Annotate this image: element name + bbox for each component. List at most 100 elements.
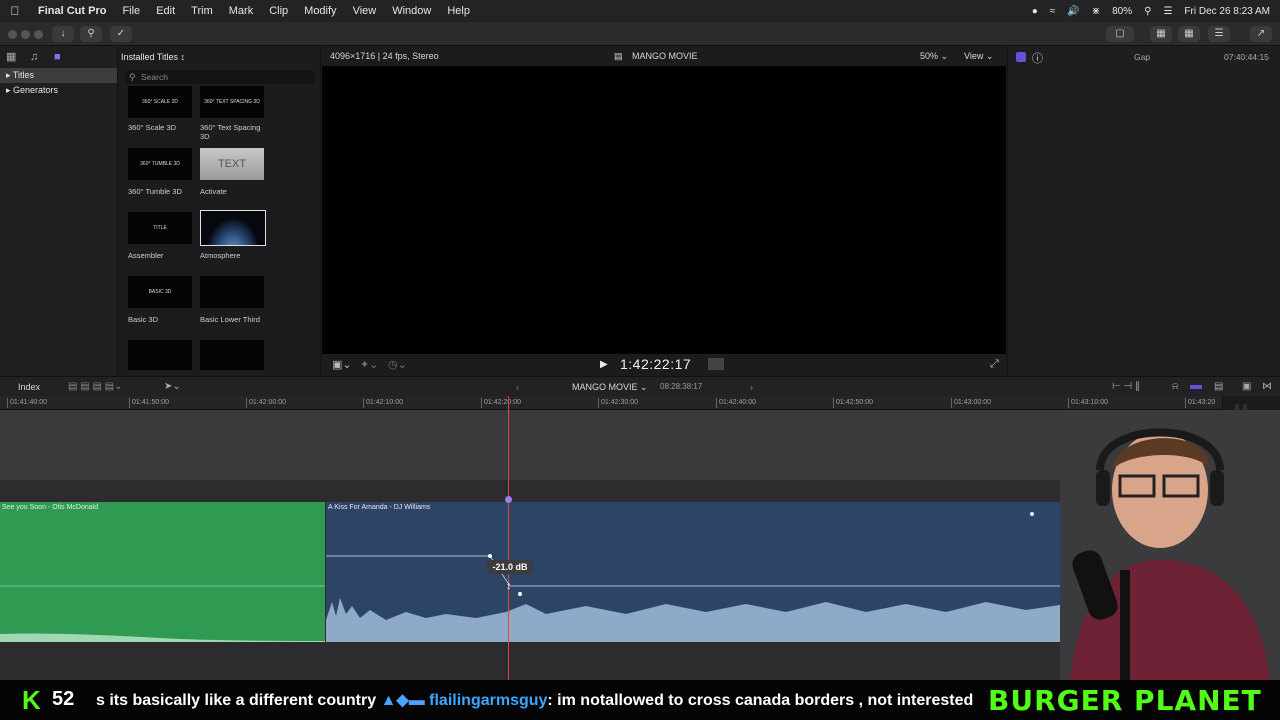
menu-mark[interactable]: Mark [221, 5, 261, 17]
info-icon[interactable]: ⓘ [1032, 50, 1043, 66]
view-menu[interactable]: View ⌄ [964, 46, 993, 66]
title-label: Assembler [128, 251, 164, 260]
inspector: ⓘ Gap 07:40:44:15 [1007, 46, 1280, 376]
title-label: Atmosphere [200, 251, 241, 260]
inspector-clip-name: Gap [1134, 52, 1151, 62]
enhance-icon[interactable]: ✦⌄ [360, 358, 378, 371]
apple-icon[interactable]:  [0, 4, 30, 18]
menu-edit[interactable]: Edit [148, 5, 183, 17]
menu-modify[interactable]: Modify [296, 5, 344, 17]
select-tool-icon[interactable]: ➤⌄ [164, 377, 181, 397]
background-tasks-button[interactable]: ✓ [110, 26, 132, 42]
title-thumb[interactable]: BASIC 3D [128, 276, 192, 308]
timeline-toggle-icon[interactable]: ▦ [1178, 26, 1200, 42]
control-center-icon[interactable]: ☰ [1163, 6, 1172, 17]
kick-logo: K [22, 685, 41, 715]
title-label: 360° Scale 3D [128, 123, 177, 132]
sidebar-item-titles[interactable]: ▸ Titles [0, 68, 117, 83]
ruler-tick: 01:41:50:00 [129, 398, 169, 408]
zoom-tools-icon[interactable]: ⊢ ⊣ ∥ [1112, 377, 1140, 397]
workspace-button[interactable]: ▢ [1106, 26, 1134, 42]
viewer-canvas[interactable] [322, 66, 1006, 354]
title-label: 360° Text Spacing 3D [200, 123, 261, 141]
emote-icons: ▲◆▬ [380, 692, 425, 709]
skimming-icon[interactable] [1190, 385, 1202, 389]
title-thumb[interactable] [200, 340, 264, 370]
title-thumb[interactable]: 360° TEXT SPACING 3D [200, 86, 264, 118]
record-icon[interactable]: ● [1032, 6, 1038, 17]
video-inspector-icon[interactable] [1016, 52, 1026, 62]
title-thumb[interactable] [128, 340, 192, 370]
titles-icon[interactable]: ■ [54, 51, 68, 63]
ruler-tick: 01:41:40:00 [7, 398, 47, 408]
title-thumb[interactable]: 360° SCALE 3D [128, 86, 192, 118]
title-thumb[interactable]: TEXT [200, 148, 264, 180]
menu-file[interactable]: File [114, 5, 148, 17]
browser-toggle-icon[interactable]: ▦ [1150, 26, 1172, 42]
close-window-button[interactable] [8, 30, 17, 39]
timeline-ruler[interactable]: 01:41:40:00 01:41:50:00 01:42:00:00 01:4… [0, 396, 1222, 410]
menu-help[interactable]: Help [439, 5, 478, 17]
timeline-header: Index ▤ ▤ ▤ ▤⌄ ➤⌄ ‹ MANGO MOVIE ⌄ 08:28:… [0, 376, 1280, 396]
clip-appearance-icon[interactable]: ▤ [1214, 377, 1223, 397]
titles-browser: Installed Titles ↕ ⚲ Search 360° SCALE 3D… [118, 46, 321, 376]
datetime[interactable]: Fri Dec 26 8:23 AM [1184, 6, 1270, 17]
bluetooth-icon[interactable]: ⋇ [1092, 6, 1100, 17]
title-thumb[interactable]: TITLE [128, 212, 192, 244]
search-icon: ⚲ [129, 72, 136, 82]
viewer-header: 4096×1716 | 24 fps, Stereo ▤ MANGO MOVIE… [322, 46, 1006, 66]
browser-header[interactable]: Installed Titles ↕ [118, 46, 320, 68]
menu-app-name[interactable]: Final Cut Pro [30, 5, 114, 17]
keywords-button[interactable]: ⚲ [80, 26, 102, 42]
search-input[interactable]: ⚲ Search [125, 70, 315, 84]
headphones-icon[interactable]: ⍾ [1172, 377, 1179, 397]
transform-icon[interactable]: ▣⌄ [332, 358, 352, 371]
minimize-window-button[interactable] [21, 30, 30, 39]
volume-badge: -21.0 dB [487, 560, 533, 574]
menu-view[interactable]: View [345, 5, 385, 17]
menu-clip[interactable]: Clip [261, 5, 296, 17]
share-button[interactable]: ↗ [1250, 26, 1272, 42]
browser-header-label: Installed Titles [121, 52, 179, 62]
title-label: Activate [200, 187, 227, 196]
timecode-display[interactable]: 1:42:22:17 [620, 356, 691, 372]
wifi-icon[interactable]: ≈ [1050, 6, 1056, 17]
title-thumb-selected[interactable] [200, 210, 266, 246]
playhead[interactable] [508, 396, 509, 680]
search-placeholder: Search [141, 72, 168, 82]
menu-trim[interactable]: Trim [183, 5, 221, 17]
ruler-tick: 01:42:50:00 [833, 398, 873, 408]
play-button[interactable]: ▶ [600, 359, 608, 370]
battery-label[interactable]: 80% [1112, 6, 1132, 17]
search-icon[interactable]: ⚲ [1144, 6, 1151, 17]
audio-clip[interactable]: See you Soon - Otis McDonald [0, 502, 325, 642]
playhead-marker-icon[interactable] [505, 496, 512, 503]
sidebar-item-generators[interactable]: ▸ Generators [0, 83, 117, 98]
fullscreen-icon[interactable]: ⤢ [990, 358, 999, 371]
effects-browser-icon[interactable]: ▣ [1242, 377, 1251, 397]
person-image [1060, 410, 1280, 680]
ruler-tick: 01:42:20:00 [481, 398, 521, 408]
title-thumb[interactable]: 360° TUMBLE 3D [128, 148, 192, 180]
ruler-tick: 01:42:40:00 [716, 398, 756, 408]
libraries-sidebar: ▦ ♫ ■ ▸ Titles ▸ Generators [0, 46, 118, 376]
brand-logo: BURGER PLANET [988, 684, 1262, 717]
transitions-icon[interactable]: ⋈ [1262, 377, 1272, 397]
menu-window[interactable]: Window [384, 5, 439, 17]
import-button[interactable]: ↓ [52, 26, 74, 42]
index-button[interactable]: Index [18, 377, 40, 397]
inspector-toggle-icon[interactable]: ☰ [1208, 26, 1230, 42]
zoom-menu[interactable]: 50% ⌄ [920, 46, 948, 66]
zoom-window-button[interactable] [34, 30, 43, 39]
timeline-total-duration: 08:28:38:17 [660, 382, 703, 391]
volume-icon[interactable]: 🔊 [1067, 6, 1079, 17]
speed-icon[interactable]: ◷⌄ [388, 358, 407, 371]
forward-arrow-icon[interactable]: › [750, 377, 753, 397]
edit-tools-icon[interactable]: ▤ ▤ ▤ ▤⌄ [68, 377, 123, 397]
music-icon[interactable]: ♫ [30, 51, 44, 63]
back-arrow-icon[interactable]: ‹ [516, 377, 519, 397]
waveform [0, 585, 325, 642]
photos-icon[interactable]: ▦ [6, 51, 20, 63]
title-thumb[interactable] [200, 276, 264, 308]
timeline-project-name[interactable]: MANGO MOVIE ⌄ [572, 377, 648, 397]
